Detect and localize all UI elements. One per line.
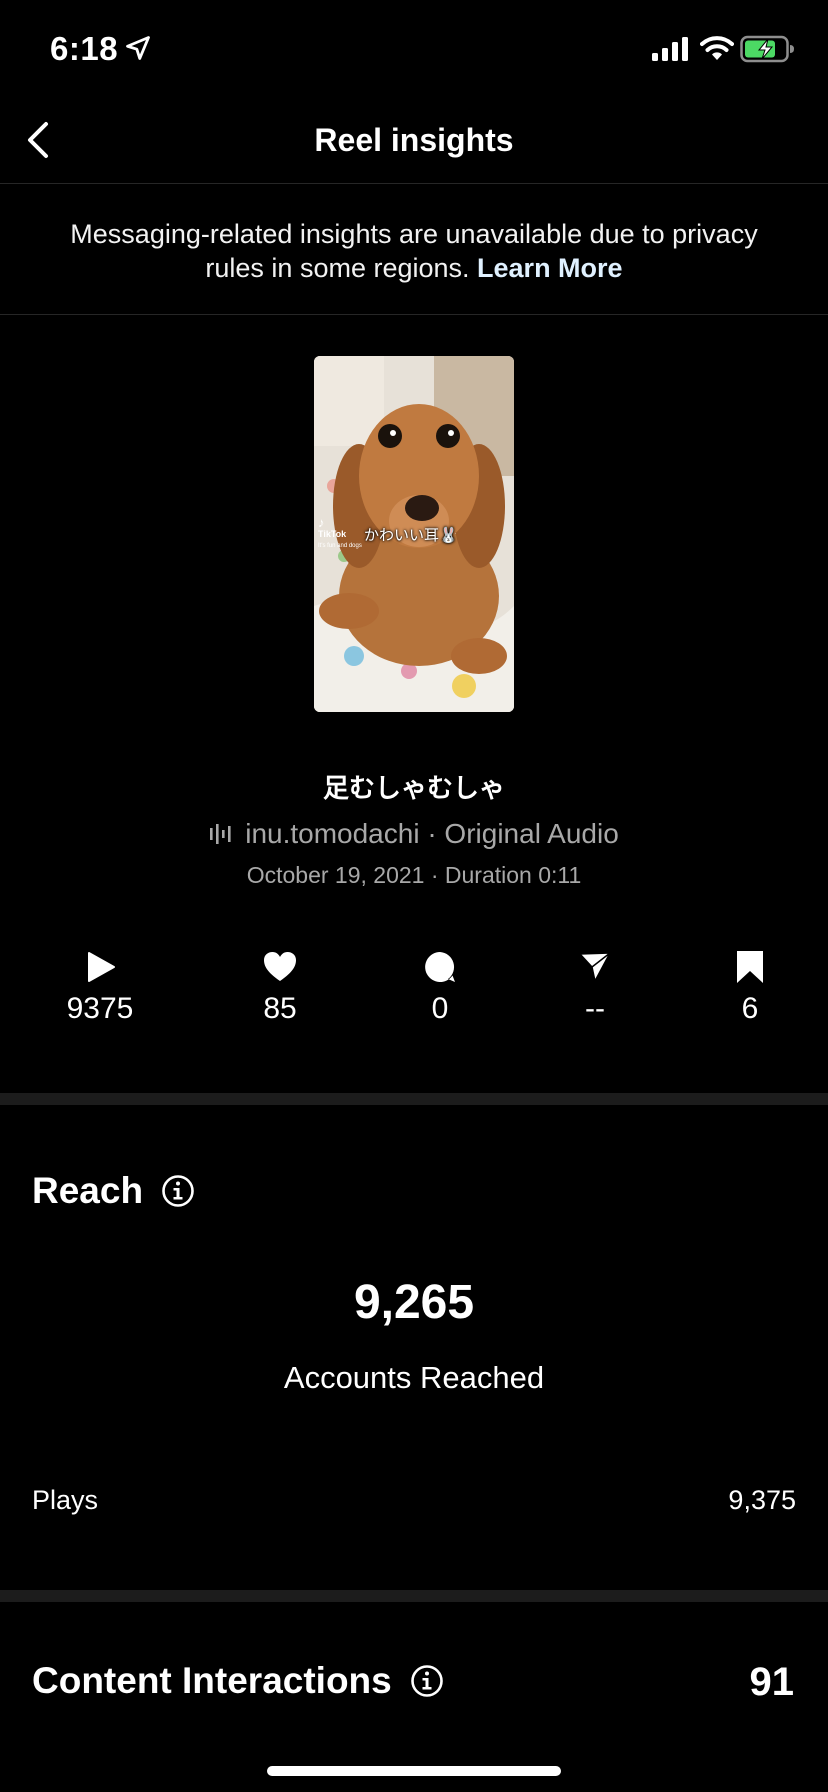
thumbnail-caption: かわいい耳🐰 [364, 526, 458, 544]
comments-count: 0 [431, 992, 449, 1025]
audio-text: inu.tomodachi · Original Audio [245, 818, 619, 849]
section-divider [0, 1590, 828, 1602]
learn-more-link[interactable]: Learn More [477, 253, 623, 283]
cellular-signal-icon [652, 37, 688, 61]
audio-info[interactable]: inu.tomodachi · Original Audio [0, 818, 828, 850]
stats-row: 9375 85 0 -- 6 [0, 950, 828, 1050]
tiktok-label: TikTok [318, 529, 347, 539]
shares-count: -- [585, 992, 605, 1025]
reel-title: 足むしゃむしゃ [322, 774, 505, 804]
play-icon [88, 952, 115, 982]
comment-icon [425, 952, 455, 982]
reach-section-header: Reach [32, 1170, 195, 1212]
saves-count: 6 [741, 992, 759, 1025]
plays-stat: 9375 [20, 950, 180, 1026]
heart-icon [264, 952, 296, 981]
content-interactions-header: Content Interactions [32, 1660, 444, 1702]
content-interactions-title: Content Interactions [32, 1660, 392, 1701]
shares-stat: -- [515, 950, 675, 1026]
reach-title: Reach [32, 1170, 144, 1211]
plays-label: Plays [32, 1485, 99, 1515]
comments-stat: 0 [360, 950, 520, 1026]
accounts-reached-value: 9,265 [353, 1276, 475, 1329]
status-bar: 6:18 [0, 0, 828, 100]
navigation-bar: Reel insights [0, 100, 828, 184]
tiktok-handle: It's fun and dogs [318, 543, 362, 549]
content-interactions-info-icon[interactable] [410, 1664, 444, 1698]
accounts-reached-label: Accounts Reached [283, 1360, 545, 1395]
audio-waveform-icon [210, 824, 231, 844]
reel-thumbnail[interactable]: ♪ TikTok It's fun and dogs かわいい耳🐰 [314, 356, 514, 712]
tiktok-watermark: ♪ TikTok It's fun and dogs [318, 515, 362, 551]
page-title: Reel insights [314, 122, 514, 158]
saves-stat: 6 [670, 950, 828, 1026]
reach-info-icon[interactable] [161, 1174, 195, 1208]
reel-date-duration: October 19, 2021 · Duration 0:11 [246, 862, 582, 888]
home-indicator[interactable] [267, 1766, 561, 1776]
tiktok-note-icon: ♪ [318, 515, 325, 530]
plays-row: Plays 9,375 [32, 1485, 796, 1516]
likes-stat: 85 [200, 950, 360, 1026]
status-time: 6:18 [50, 30, 119, 67]
section-divider [0, 1093, 828, 1105]
privacy-notice-text: Messaging-related insights are unavailab… [70, 219, 758, 283]
likes-count: 85 [263, 992, 297, 1025]
privacy-notice: Messaging-related insights are unavailab… [0, 185, 828, 315]
battery-charging-icon [740, 35, 794, 63]
plays-count: 9375 [66, 992, 134, 1025]
location-arrow-icon [126, 36, 150, 60]
bookmark-icon [737, 951, 763, 983]
plays-value: 9,375 [728, 1485, 796, 1515]
share-icon [579, 952, 611, 982]
wifi-icon [700, 36, 734, 60]
content-interactions-value: 91 [749, 1660, 795, 1704]
